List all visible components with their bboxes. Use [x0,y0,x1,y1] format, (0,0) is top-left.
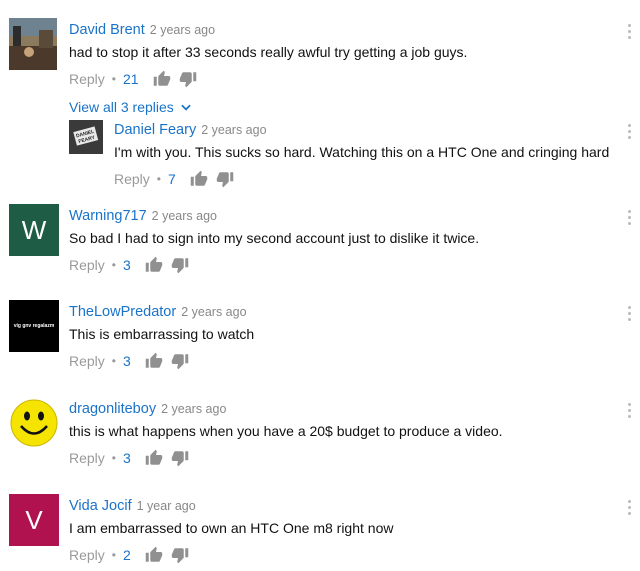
comment-time[interactable]: 2 years ago [150,23,215,37]
like-count: 3 [123,450,131,466]
avatar[interactable]: DANIEL FEARY [69,120,103,154]
comment-text: I am embarrassed to own an HTC One m8 ri… [69,520,394,536]
comment-author[interactable]: dragonliteboy [69,401,156,417]
reply-button[interactable]: Reply [114,171,150,187]
separator-dot: • [156,172,161,186]
thumbs-up-icon[interactable] [145,256,163,274]
avatar-letter: W [21,214,47,245]
avatar-text: vig gnv regalazm [13,323,55,329]
view-replies-button[interactable]: View all 3 replies [69,99,467,115]
thumbs-up-icon[interactable] [145,449,163,467]
more-options-icon[interactable] [626,306,632,322]
separator-dot: • [111,258,116,272]
reply-button[interactable]: Reply [69,353,105,369]
separator-dot: • [111,451,116,465]
avatar-letter: V [25,504,43,535]
comment-text: I'm with you. This sucks so hard. Watchi… [114,144,610,160]
view-replies-label: View all 3 replies [69,99,174,115]
comment-time[interactable]: 1 year ago [137,499,196,513]
comment-time[interactable]: 2 years ago [181,305,246,319]
comment-author[interactable]: David Brent [69,22,145,38]
avatar[interactable] [9,18,57,70]
comment-item: W Warning717 2 years ago So bad I had to … [0,204,640,294]
chevron-down-icon [181,104,191,111]
avatar[interactable]: W [9,204,59,256]
avatar[interactable]: vig gnv regalazm [9,300,59,352]
avatar-image: DANIEL FEARY [69,120,103,154]
reply-button[interactable]: Reply [69,257,105,273]
comment-time[interactable]: 2 years ago [201,123,266,137]
separator-dot: • [111,354,116,368]
smiley-face-icon [10,399,58,447]
thumbs-up-icon[interactable] [190,170,208,188]
thumbs-down-icon[interactable] [216,170,234,188]
like-count: 3 [123,257,131,273]
thumbs-down-icon[interactable] [171,256,189,274]
reply-button[interactable]: Reply [69,547,105,563]
like-count: 2 [123,547,131,563]
thumbs-down-icon[interactable] [171,546,189,564]
more-options-icon[interactable] [626,403,632,419]
comment-item: dragonliteboy 2 years ago this is what ha… [0,397,640,487]
separator-dot: • [111,72,116,86]
more-options-icon[interactable] [626,24,632,40]
more-options-icon[interactable] [626,124,632,140]
like-count: 3 [123,353,131,369]
more-options-icon[interactable] [626,210,632,226]
comment-author[interactable]: TheLowPredator [69,304,176,320]
thumbs-up-icon[interactable] [153,70,171,88]
thumbs-down-icon[interactable] [171,449,189,467]
more-options-icon[interactable] [626,500,632,516]
comment-item: vig gnv regalazm TheLowPredator 2 years a… [0,300,640,390]
comment-item: David Brent 2 years ago had to stop it af… [0,18,640,118]
comment-time[interactable]: 2 years ago [152,209,217,223]
avatar[interactable] [9,397,59,449]
comment-item: V Vida Jocif 1 year ago I am embarrassed … [0,494,640,571]
comment-time[interactable]: 2 years ago [161,402,226,416]
comment-author[interactable]: Daniel Feary [114,122,196,138]
thumbs-down-icon[interactable] [171,352,189,370]
comment-text: had to stop it after 33 seconds really a… [69,44,468,60]
like-count: 21 [123,71,139,87]
separator-dot: • [111,548,116,562]
thumbs-down-icon[interactable] [179,70,197,88]
comment-text: This is embarrassing to watch [69,326,255,342]
comment-text: So bad I had to sign into my second acco… [69,230,480,246]
thumbs-up-icon[interactable] [145,352,163,370]
thumbs-up-icon[interactable] [145,546,163,564]
comment-text: this is what happens when you have a 20$… [69,423,503,439]
landscape-photo-icon [9,18,57,70]
reply-button[interactable]: Reply [69,71,105,87]
avatar[interactable]: V [9,494,59,546]
comment-author[interactable]: Vida Jocif [69,498,132,514]
like-count: 7 [168,171,176,187]
reply-button[interactable]: Reply [69,450,105,466]
reply-item: DANIEL FEARY Daniel Feary 2 years ago I'm… [0,118,640,198]
comment-author[interactable]: Warning717 [69,208,147,224]
